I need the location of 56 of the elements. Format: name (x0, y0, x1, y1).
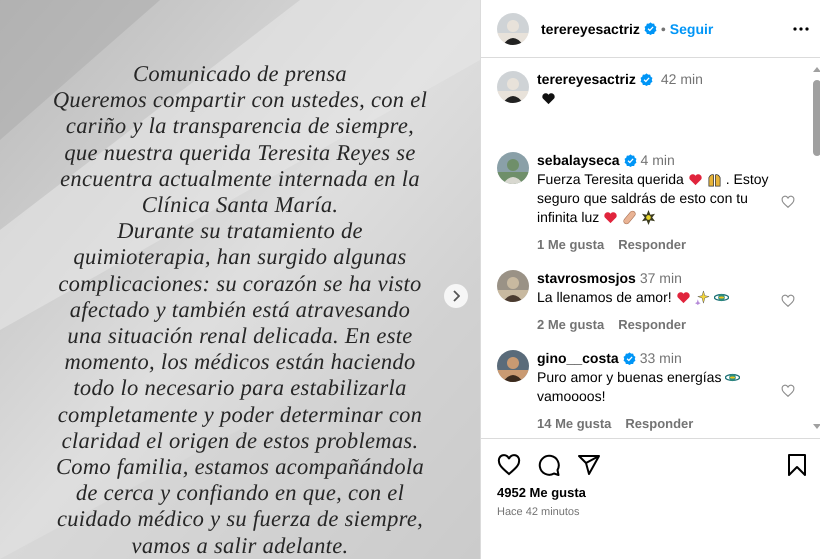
separator-dot: • (660, 20, 666, 36)
follow-link[interactable]: Seguir (670, 20, 714, 36)
post-text-line: quimioterapia, han surgido algunas (73, 244, 407, 271)
sun-icon (641, 210, 656, 225)
comment-text: Fuerza Teresita querida . Estoy seguro que saldrás de esto con tu infinita luz (537, 170, 770, 227)
post-text-line: que nuestra querida Teresita Reyes se (64, 140, 416, 166)
post-text-line: momento, los médicos están haciendo (64, 349, 416, 376)
likes-count[interactable]: 1 Me gusta (537, 237, 604, 252)
post-text-line: complicaciones: su corazón se ha visto (58, 270, 422, 297)
comment-text: La llenamos de amor! (537, 288, 773, 307)
scrollbar-thumb[interactable] (813, 80, 820, 156)
username[interactable]: sebalayseca (537, 152, 620, 168)
username[interactable]: terereyesactriz (541, 20, 640, 36)
time-label: 33 min (640, 350, 682, 366)
username[interactable]: terereyesactriz (537, 71, 636, 87)
post-time: Hace 42 minutos (496, 505, 581, 518)
reply-link[interactable]: Responder (625, 416, 694, 431)
post-text-line: de cerca y confiando en que, con el (76, 480, 404, 506)
post-text-line: Clínica Santa María. (142, 192, 338, 218)
post-text-line: claridad el origen de estos problemas. (62, 428, 418, 454)
like-heart-icon[interactable] (497, 453, 521, 477)
post-text-line: encuentra actualmente internada en la (60, 166, 420, 192)
reply-link[interactable]: Responder (618, 237, 686, 252)
likes-total[interactable]: 4952 Me gusta (481, 485, 820, 500)
post-text-line: una situación renal delicada. En este (67, 323, 413, 350)
likes-count[interactable]: 2 Me gusta (537, 317, 604, 332)
heart-emoji-icon (541, 91, 556, 106)
time-label: 37 min (640, 270, 682, 286)
heart-emoji-icon (688, 172, 703, 187)
scroll-down-icon[interactable] (813, 424, 820, 430)
post-text-line: Comunicado de prensa (133, 61, 347, 88)
post-text-line: todo lo necesario para estabilizarla (73, 375, 407, 402)
post-text-line: vamos a salir adelante. (132, 532, 348, 559)
time-label: 42 min (660, 71, 703, 87)
raised-hands-icon (706, 172, 722, 187)
bookmark-icon[interactable] (785, 453, 809, 477)
post-text-line: completamente y poder determinar con (58, 402, 422, 428)
post-text-line: cuidado médico y su fuerza de siempre, (56, 506, 424, 533)
sparkles-icon (694, 290, 710, 305)
post-text-line: Queremos compartir con ustedes, con el (52, 87, 428, 114)
share-icon[interactable] (577, 453, 601, 477)
reply-link[interactable]: Responder (618, 317, 686, 332)
comment-text: Puro amor y buenas energías vamoooos! (537, 368, 773, 406)
chevron-right-icon (452, 290, 460, 302)
scroll-up-icon[interactable] (813, 66, 820, 72)
username[interactable]: gino__costa (537, 350, 619, 366)
username[interactable]: stavrosmosjos (537, 270, 636, 286)
post-text-line: Como familia, estamos acompañándola (56, 454, 424, 480)
heart-emoji-icon (603, 210, 618, 225)
heart-emoji-icon (676, 290, 691, 305)
post-text-line: afectado y también está atravesando (70, 296, 410, 324)
time-label: 4 min (640, 152, 675, 168)
post-text-line: cariño y la transparencia de siempre, (66, 113, 414, 140)
comment-icon[interactable] (537, 453, 561, 477)
post-text-line: Durante su tratamiento de (117, 218, 363, 244)
likes-count[interactable]: 14 Me gusta (537, 416, 612, 431)
